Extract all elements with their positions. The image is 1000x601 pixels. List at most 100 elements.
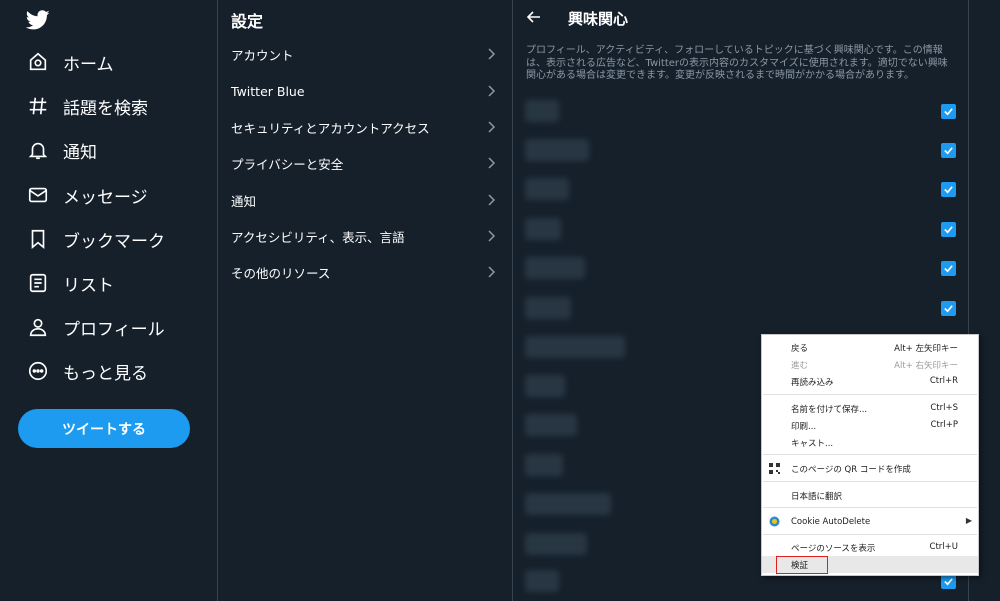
mail-icon bbox=[18, 175, 58, 215]
menu-item-label: 検証 bbox=[791, 560, 809, 571]
interests-description: プロフィール、アクティビティ、フォローしているトピックに基づく興味関心です。この… bbox=[526, 45, 948, 81]
interest-row bbox=[513, 92, 969, 131]
nav-item-lists[interactable]: リスト bbox=[18, 263, 114, 303]
chevron-right-icon bbox=[488, 48, 496, 60]
menu-separator bbox=[763, 481, 977, 482]
menu-item-shortcut: Ctrl+R bbox=[929, 376, 958, 386]
interest-checkbox[interactable] bbox=[941, 261, 956, 276]
chevron-right-icon bbox=[488, 230, 496, 242]
context-menu-back[interactable]: 戻る Alt+ 左矢印キー bbox=[762, 339, 978, 356]
interest-row bbox=[513, 289, 969, 328]
nav-item-bookmarks[interactable]: ブックマーク bbox=[18, 219, 165, 259]
settings-item-label: セキュリティとアカウントアクセス bbox=[231, 120, 430, 136]
nav-item-profile[interactable]: プロフィール bbox=[18, 307, 165, 347]
settings-item-label: アクセシビリティ、表示、言語 bbox=[231, 229, 405, 245]
nav-item-notifications[interactable]: 通知 bbox=[18, 130, 97, 170]
context-menu-qr-code[interactable]: このページの QR コードを作成 bbox=[762, 460, 978, 477]
chevron-right-icon bbox=[488, 85, 496, 97]
blurred-interest-label bbox=[525, 454, 563, 476]
chevron-right-icon bbox=[488, 157, 496, 169]
settings-item-label: 通知 bbox=[231, 193, 257, 209]
settings-title: 設定 bbox=[231, 12, 264, 31]
nav-item-explore[interactable]: 話題を検索 bbox=[18, 86, 148, 126]
interest-checkbox[interactable] bbox=[941, 104, 956, 119]
interest-row bbox=[513, 249, 969, 288]
interest-row bbox=[513, 170, 969, 209]
nav-item-label: メッセージ bbox=[63, 187, 148, 208]
nav-item-label: 通知 bbox=[63, 142, 97, 163]
blurred-interest-label bbox=[525, 414, 577, 436]
chevron-right-icon bbox=[488, 194, 496, 206]
interest-row bbox=[513, 131, 969, 170]
blurred-interest-label bbox=[525, 139, 589, 161]
context-menu-print[interactable]: 印刷... Ctrl+P bbox=[762, 417, 978, 434]
menu-item-label: このページの QR コードを作成 bbox=[791, 464, 911, 475]
settings-item-label: プライバシーと安全 bbox=[231, 156, 344, 172]
nav-item-more[interactable]: もっと見る bbox=[18, 351, 148, 391]
settings-item-accessibility[interactable]: アクセシビリティ、表示、言語 bbox=[218, 218, 512, 254]
context-menu-save-as[interactable]: 名前を付けて保存... Ctrl+S bbox=[762, 400, 978, 417]
checkmark-icon bbox=[944, 226, 953, 234]
context-menu-view-source[interactable]: ページのソースを表示 Ctrl+U bbox=[762, 539, 978, 556]
settings-item-label: Twitter Blue bbox=[231, 83, 305, 99]
twitter-bird-icon[interactable] bbox=[26, 8, 50, 32]
interests-title: 興味関心 bbox=[568, 10, 629, 28]
nav-item-messages[interactable]: メッセージ bbox=[18, 175, 148, 215]
checkmark-icon bbox=[944, 265, 953, 273]
settings-item-resources[interactable]: その他のリソース bbox=[218, 254, 512, 290]
nav-item-home[interactable]: ホーム bbox=[18, 42, 114, 82]
menu-item-shortcut: Alt+ 右矢印キー bbox=[894, 361, 958, 371]
browser-context-menu: 戻る Alt+ 左矢印キー 進む Alt+ 右矢印キー 再読み込み Ctrl+R… bbox=[761, 334, 979, 576]
hashtag-icon bbox=[18, 86, 58, 126]
qr-code-icon bbox=[769, 463, 780, 474]
primary-navigation: ホーム 話題を検索 通知 メッセージ ブックマーク リスト プロフィール もっと… bbox=[0, 0, 218, 601]
nav-item-label: ホーム bbox=[63, 54, 114, 75]
bookmark-icon bbox=[18, 219, 58, 259]
settings-item-notifications[interactable]: 通知 bbox=[218, 182, 512, 218]
blurred-interest-label bbox=[525, 570, 559, 592]
more-icon bbox=[18, 351, 58, 391]
interest-checkbox[interactable] bbox=[941, 574, 956, 589]
menu-item-shortcut: Ctrl+U bbox=[929, 542, 958, 552]
context-menu-cast[interactable]: キャスト... bbox=[762, 434, 978, 451]
menu-separator bbox=[763, 394, 977, 395]
context-menu-inspect[interactable]: 検証 bbox=[762, 556, 978, 573]
settings-item-twitter-blue[interactable]: Twitter Blue bbox=[218, 73, 512, 109]
nav-item-label: もっと見る bbox=[63, 363, 148, 384]
menu-item-label: 日本語に翻訳 bbox=[791, 491, 843, 502]
submenu-arrow-icon: ▶ bbox=[965, 516, 972, 525]
blurred-interest-label bbox=[525, 493, 611, 515]
interest-checkbox[interactable] bbox=[941, 222, 956, 237]
settings-item-security[interactable]: セキュリティとアカウントアクセス bbox=[218, 109, 512, 145]
menu-item-label: Cookie AutoDelete bbox=[791, 516, 871, 527]
blurred-interest-label bbox=[525, 178, 569, 200]
interest-checkbox[interactable] bbox=[941, 182, 956, 197]
checkmark-icon bbox=[944, 147, 953, 155]
tweet-button[interactable]: ツイートする bbox=[18, 409, 190, 448]
menu-separator bbox=[763, 507, 977, 508]
blurred-interest-label bbox=[525, 533, 587, 555]
person-icon bbox=[18, 307, 58, 347]
chevron-right-icon bbox=[488, 266, 496, 278]
blurred-interest-label bbox=[525, 257, 585, 279]
context-menu-cookie-autodelete[interactable]: Cookie AutoDelete ▶ bbox=[762, 513, 978, 530]
settings-item-label: アカウント bbox=[231, 47, 294, 63]
interest-checkbox[interactable] bbox=[941, 143, 956, 158]
nav-item-label: ブックマーク bbox=[63, 231, 165, 252]
checkmark-icon bbox=[944, 108, 953, 116]
settings-item-account[interactable]: アカウント bbox=[218, 36, 512, 72]
blurred-interest-label bbox=[525, 218, 561, 240]
home-icon bbox=[18, 42, 58, 82]
back-arrow-icon[interactable] bbox=[525, 8, 543, 26]
nav-item-label: 話題を検索 bbox=[63, 98, 148, 119]
settings-item-label: その他のリソース bbox=[231, 265, 331, 281]
context-menu-reload[interactable]: 再読み込み Ctrl+R bbox=[762, 373, 978, 390]
list-icon bbox=[18, 263, 58, 303]
settings-item-privacy[interactable]: プライバシーと安全 bbox=[218, 145, 512, 181]
interest-checkbox[interactable] bbox=[941, 301, 956, 316]
checkmark-icon bbox=[944, 578, 953, 586]
context-menu-forward: 進む Alt+ 右矢印キー bbox=[762, 356, 978, 373]
context-menu-translate[interactable]: 日本語に翻訳 bbox=[762, 487, 978, 504]
menu-item-label: キャスト... bbox=[791, 438, 834, 449]
settings-column: 設定 アカウント Twitter Blue セキュリティとアカウントアクセス プ… bbox=[218, 0, 513, 601]
